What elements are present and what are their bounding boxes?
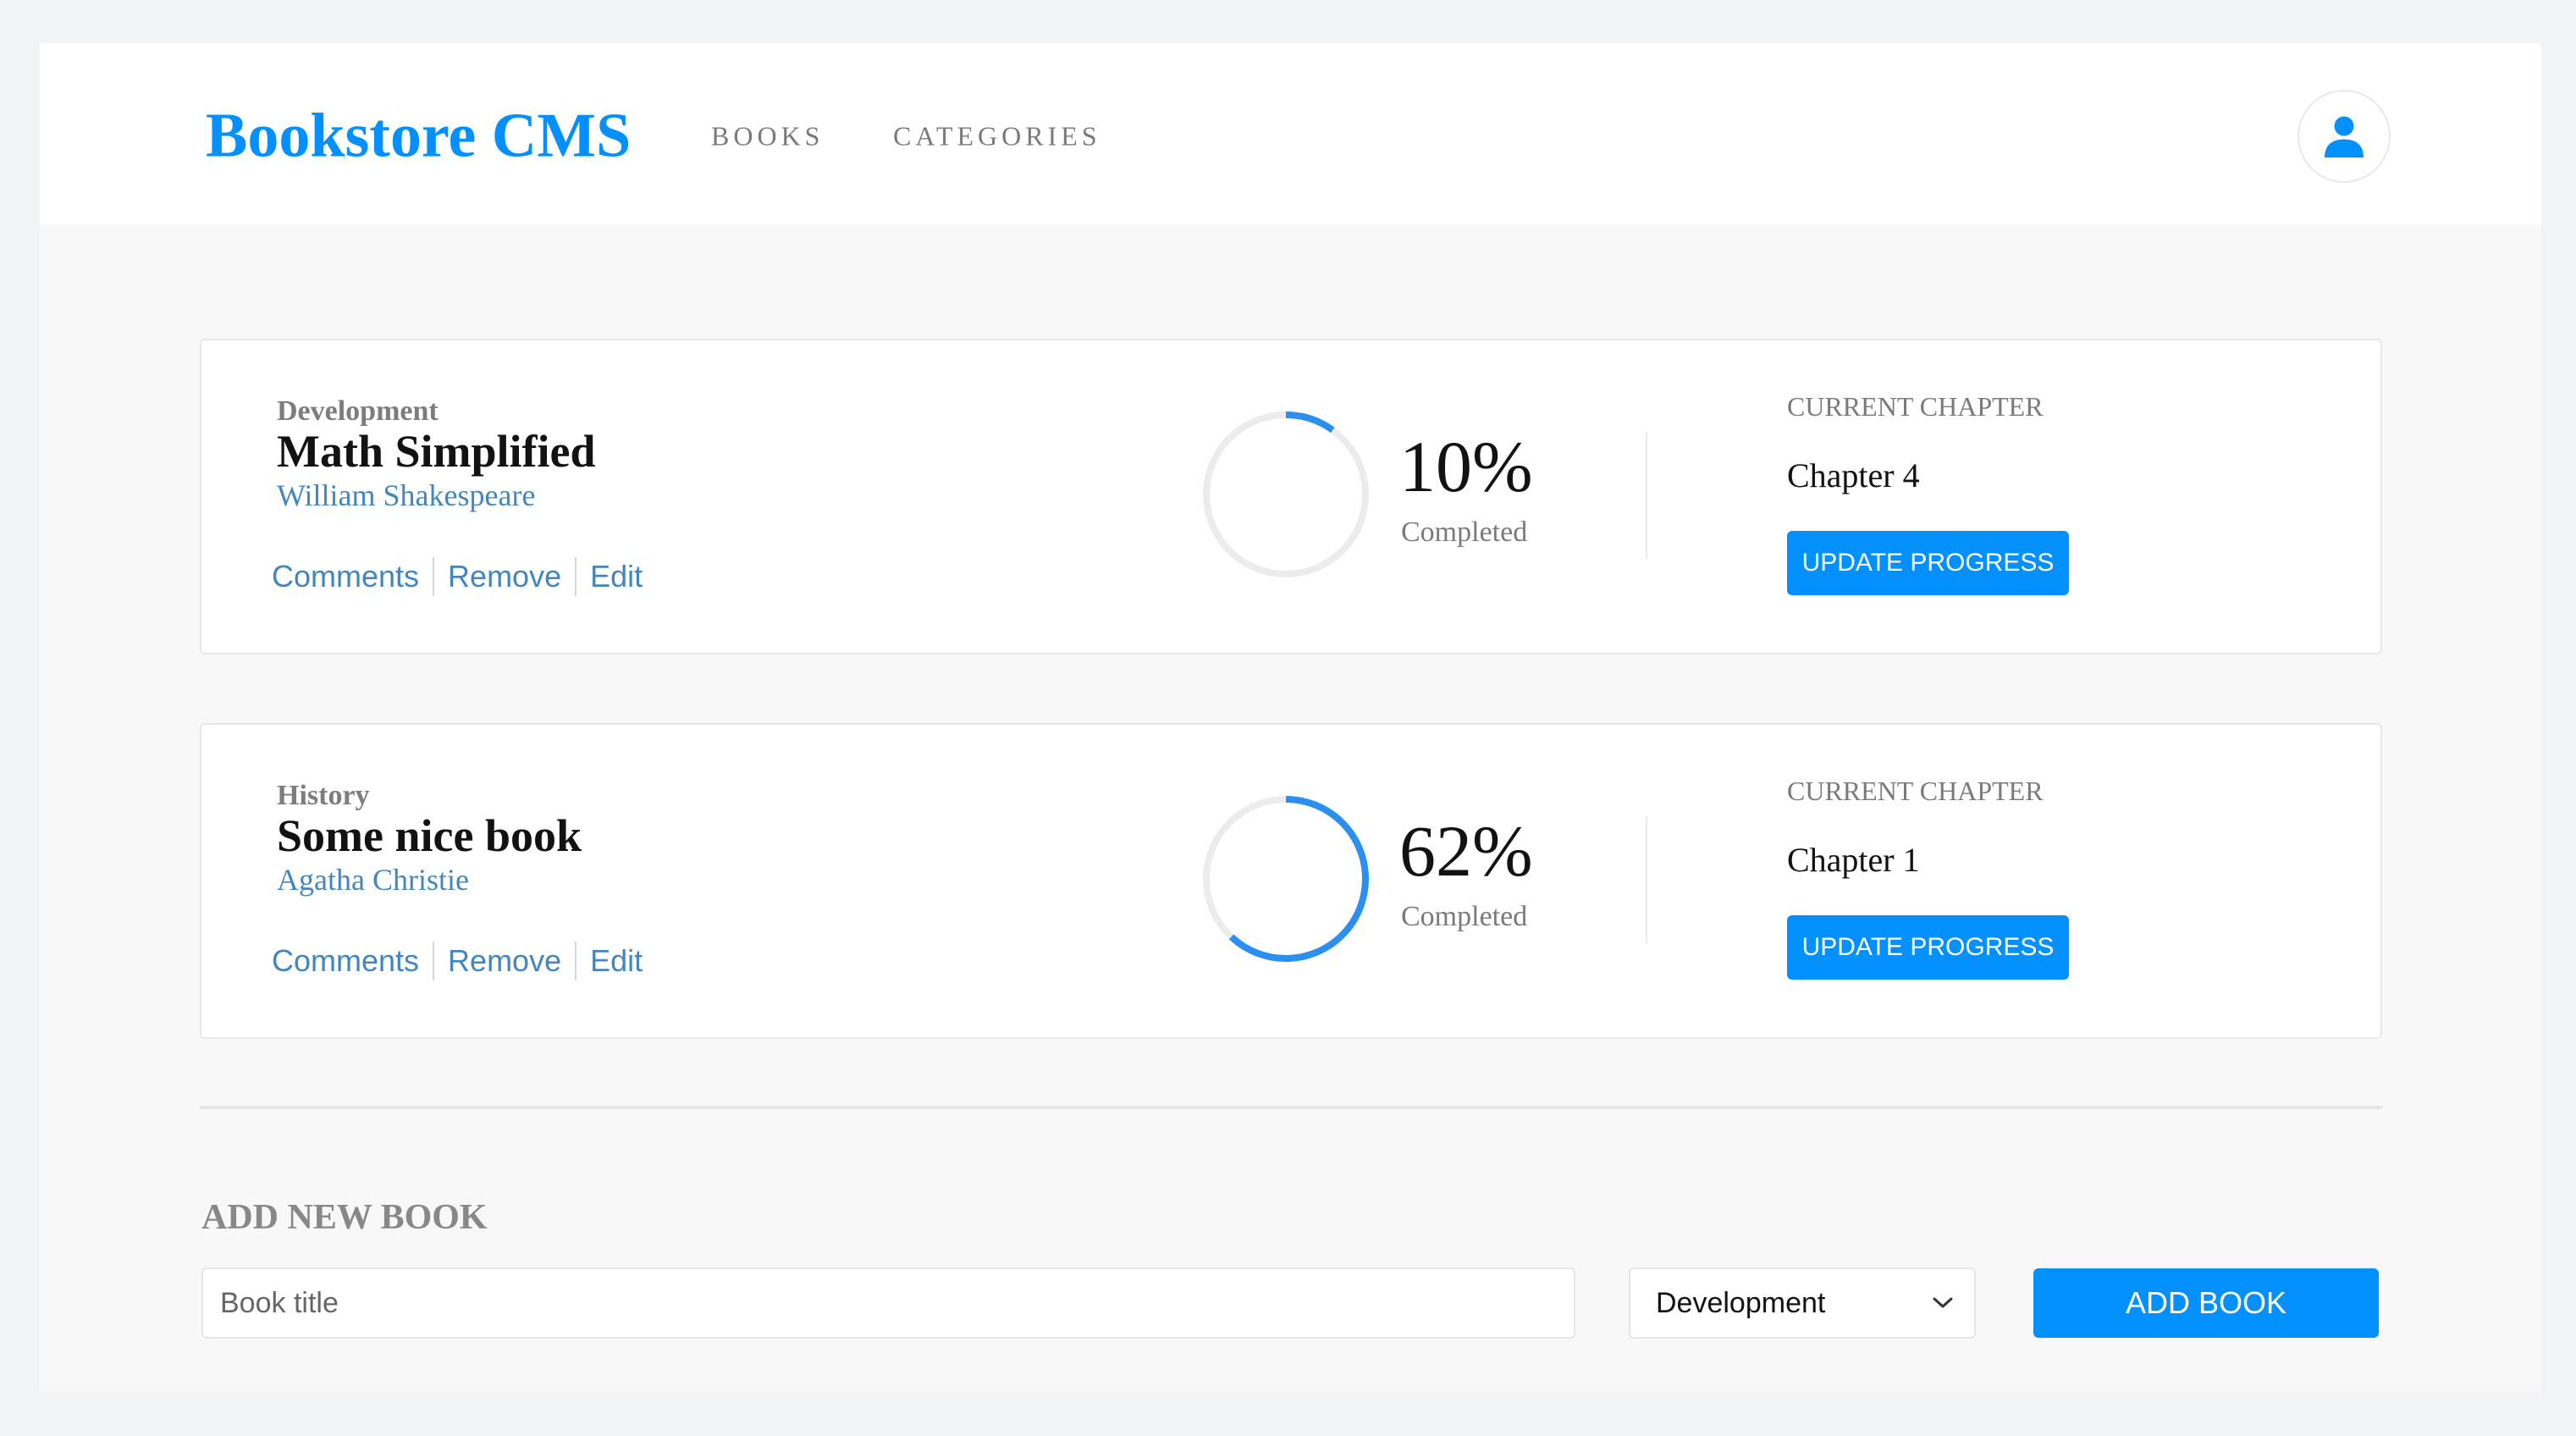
action-divider: [575, 942, 577, 980]
book-card: History Some nice book Agatha Christie C…: [200, 723, 2382, 1039]
remove-button[interactable]: Remove: [448, 943, 561, 979]
completed-label: Completed: [1401, 901, 1528, 932]
user-icon: [2325, 116, 2364, 157]
vertical-divider: [1646, 816, 1647, 943]
book-author[interactable]: William Shakespeare: [277, 478, 535, 513]
comments-button[interactable]: Comments: [272, 943, 419, 979]
action-divider: [575, 557, 577, 596]
current-chapter: Chapter 4: [1787, 456, 1920, 494]
vertical-divider: [1646, 432, 1647, 559]
book-actions: Comments Remove Edit: [272, 557, 643, 596]
book-category: History: [277, 780, 370, 811]
add-book-heading: ADD NEW BOOK: [201, 1198, 488, 1237]
book-title: Some nice book: [277, 810, 582, 861]
update-progress-button[interactable]: UPDATE PROGRESS: [1787, 531, 2069, 595]
brand-logo[interactable]: Bookstore CMS: [206, 101, 631, 173]
book-card: Development Math Simplified William Shak…: [200, 339, 2382, 654]
progress-percent: 10%: [1399, 426, 1533, 507]
remove-button[interactable]: Remove: [448, 559, 561, 594]
nav-categories[interactable]: CATEGORIES: [893, 121, 1101, 152]
header: Bookstore CMS BOOKS CATEGORIES: [40, 43, 2541, 225]
current-chapter: Chapter 1: [1787, 841, 1920, 879]
action-divider: [433, 557, 435, 596]
book-category: Development: [277, 395, 439, 427]
category-select-value: Development: [1656, 1286, 1826, 1319]
book-actions: Comments Remove Edit: [272, 942, 643, 980]
edit-button[interactable]: Edit: [590, 559, 643, 594]
chevron-down-icon: [1933, 1297, 1953, 1308]
add-book-button[interactable]: ADD BOOK: [2033, 1268, 2379, 1338]
completed-label: Completed: [1401, 516, 1528, 548]
category-select[interactable]: Development: [1629, 1268, 1976, 1339]
nav-books[interactable]: BOOKS: [711, 121, 824, 152]
progress-ring: [1203, 796, 1369, 962]
book-title-input[interactable]: [201, 1268, 1575, 1339]
progress-percent: 62%: [1399, 810, 1533, 892]
current-chapter-label: CURRENT CHAPTER: [1787, 391, 2044, 422]
book-author[interactable]: Agatha Christie: [277, 862, 469, 898]
section-divider: [200, 1106, 2382, 1109]
app-panel: Bookstore CMS BOOKS CATEGORIES Developme…: [40, 43, 2541, 1391]
current-chapter-label: CURRENT CHAPTER: [1787, 776, 2044, 806]
progress-ring: [1203, 411, 1369, 577]
action-divider: [433, 942, 435, 980]
book-title: Math Simplified: [277, 426, 596, 477]
update-progress-button[interactable]: UPDATE PROGRESS: [1787, 915, 2069, 980]
user-avatar-button[interactable]: [2297, 90, 2391, 183]
comments-button[interactable]: Comments: [272, 559, 419, 594]
edit-button[interactable]: Edit: [590, 943, 643, 979]
